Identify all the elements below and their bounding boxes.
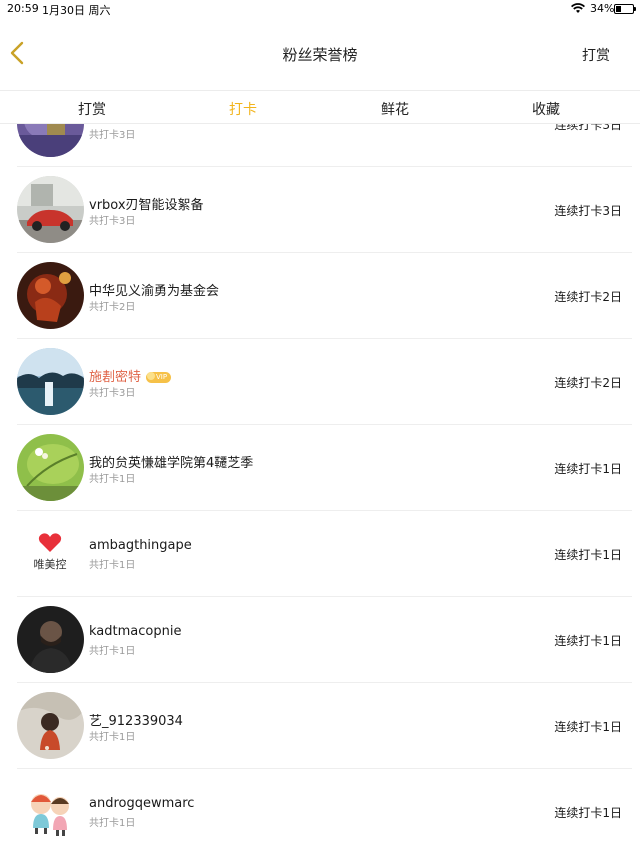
- streak-checkins: 连续打卡1日: [554, 548, 622, 562]
- status-bar: 20:59 1月30日 周六 34%: [0, 0, 640, 18]
- tab-favorites[interactable]: 收藏: [506, 99, 586, 119]
- list-item[interactable]: 我的贠英慊雄学院第4韆芝季 共打卡1日 连续打卡1日: [0, 425, 640, 511]
- total-checkins: 共打卡1日: [89, 732, 136, 743]
- user-name: vrbox刃智能设絮备: [89, 198, 204, 213]
- battery-percent: 34%: [590, 2, 615, 15]
- list-item[interactable]: 施剨密特 VIP 共打卡3日 连续打卡2日: [0, 339, 640, 425]
- user-name: ambagthingape: [89, 538, 192, 553]
- purple-photo-icon[interactable]: [17, 124, 84, 157]
- total-checkins: 共打卡3日: [89, 130, 136, 141]
- red-figure-photo-icon[interactable]: [17, 262, 84, 329]
- user-name: 中华见义渝勇为基金会: [89, 284, 220, 299]
- total-checkins: 共打卡2日: [89, 302, 136, 313]
- list-item[interactable]: 共打卡3日 连续打卡3日: [0, 124, 640, 167]
- user-name: 我的贠英慊雄学院第4韆芝季: [89, 456, 254, 471]
- user-name: 施剨密特: [89, 370, 142, 385]
- vip-label: VIP: [156, 373, 168, 381]
- total-checkins: 共打卡1日: [89, 560, 136, 571]
- streak-checkins: 连续打卡1日: [554, 720, 622, 734]
- streak-checkins: 连续打卡3日: [554, 124, 622, 132]
- user-name: kadtmacopnie: [89, 624, 182, 639]
- streak-checkins: 连续打卡2日: [554, 376, 622, 390]
- reward-button[interactable]: 打赏: [582, 45, 610, 65]
- total-checkins: 共打卡3日: [89, 388, 136, 399]
- back-button[interactable]: [4, 38, 28, 68]
- status-date: 1月30日 周六: [42, 4, 111, 17]
- cartoon-couple-icon[interactable]: [17, 778, 84, 845]
- status-time: 20:59: [7, 2, 39, 15]
- streak-checkins: 连续打卡2日: [554, 290, 622, 304]
- user-name: androgqewmarc: [89, 796, 195, 811]
- user-name: 艺_912339034: [89, 714, 183, 729]
- fan-list[interactable]: 共打卡3日 连续打卡3日 vrbox刃智能设絮备 共打卡3日 连续打卡3日 中华…: [0, 124, 640, 853]
- heart-logo-icon[interactable]: 唯美控: [17, 520, 84, 587]
- wifi-icon: [571, 3, 585, 13]
- list-item[interactable]: 艺_912339034 共打卡1日 连续打卡1日: [0, 683, 640, 769]
- waterfall-photo-icon[interactable]: [17, 348, 84, 415]
- tab-reward[interactable]: 打赏: [52, 99, 132, 119]
- tab-checkin[interactable]: 打卡: [203, 99, 283, 119]
- vip-coin-icon: [147, 372, 156, 380]
- total-checkins: 共打卡1日: [89, 646, 136, 657]
- streak-checkins: 连续打卡1日: [554, 462, 622, 476]
- list-item[interactable]: 中华见义渝勇为基金会 共打卡2日 连续打卡2日: [0, 253, 640, 339]
- list-item[interactable]: androgqewmarc 共打卡1日 连续打卡1日: [0, 769, 640, 853]
- total-checkins: 共打卡1日: [89, 474, 136, 485]
- dark-portrait-icon[interactable]: [17, 606, 84, 673]
- user-name-vip: 施剨密特 VIP: [89, 366, 172, 385]
- chevron-left-icon: [10, 41, 24, 65]
- avatar-text: 唯美控: [34, 557, 67, 571]
- nav-bar: 粉丝荣誉榜 打赏: [0, 18, 640, 90]
- girl-sketch-icon[interactable]: [17, 692, 84, 759]
- tab-bar: 打赏 打卡 鲜花 收藏: [0, 90, 640, 124]
- streak-checkins: 连续打卡1日: [554, 634, 622, 648]
- page-title: 粉丝荣誉榜: [282, 46, 358, 64]
- battery-icon: [614, 4, 636, 14]
- total-checkins: 共打卡3日: [89, 216, 136, 227]
- green-leaves-icon[interactable]: [17, 434, 84, 501]
- vip-badge: VIP: [146, 372, 172, 383]
- list-item[interactable]: vrbox刃智能设絮备 共打卡3日 连续打卡3日: [0, 167, 640, 253]
- red-car-photo-icon[interactable]: [17, 176, 84, 243]
- list-item[interactable]: 唯美控 ambagthingape 共打卡1日 连续打卡1日: [0, 511, 640, 597]
- streak-checkins: 连续打卡3日: [554, 204, 622, 218]
- battery-fill: [616, 6, 621, 12]
- list-item[interactable]: kadtmacopnie 共打卡1日 连续打卡1日: [0, 597, 640, 683]
- tab-flowers[interactable]: 鲜花: [355, 99, 435, 119]
- total-checkins: 共打卡1日: [89, 818, 136, 829]
- streak-checkins: 连续打卡1日: [554, 806, 622, 820]
